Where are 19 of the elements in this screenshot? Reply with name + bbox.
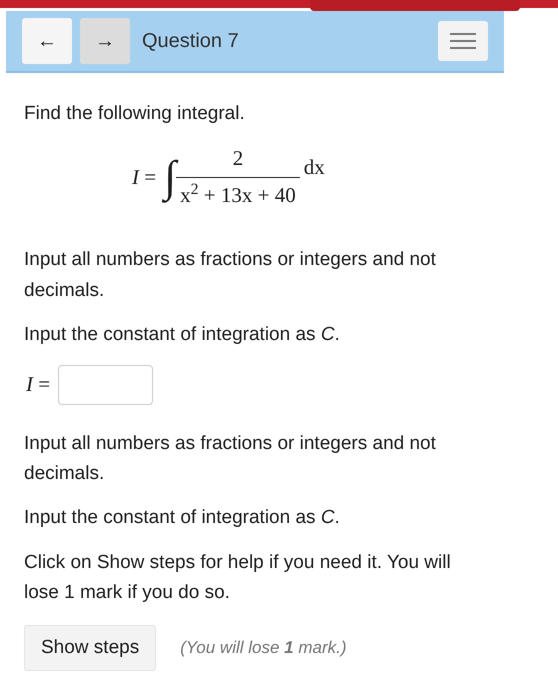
menu-icon xyxy=(450,33,476,49)
instruction-text: Input all numbers as fractions or integers and not decimals. xyxy=(24,248,437,303)
equation-lhs: I = xyxy=(132,164,156,191)
answer-label: I = xyxy=(26,370,50,398)
answer-field[interactable] xyxy=(58,364,154,405)
question-title: Question 7 xyxy=(142,29,239,54)
instruction-text: Input the constant of integration as C. xyxy=(24,323,341,348)
numerator: 2 xyxy=(232,145,244,172)
menu-button[interactable] xyxy=(438,21,488,61)
denominator: x$^{2}$ + 13x + 40 xyxy=(176,176,300,212)
hint-text: Input all numbers as fractions or integers and not decimals. xyxy=(24,432,437,486)
show-steps-button[interactable]: Show steps xyxy=(24,624,156,672)
hint-text: Click on Show steps for help if you need it. You will lose 1 mark if you do so. xyxy=(24,550,452,606)
back-button[interactable]: ← xyxy=(22,18,72,64)
prompt-text: Find the following integral. xyxy=(24,102,246,126)
differential: dx xyxy=(304,154,325,181)
hint-text: Input the constant of integration as C. xyxy=(24,506,341,530)
penalty-note: (You will lose 1 mark.) xyxy=(180,637,347,660)
forward-button[interactable]: → xyxy=(80,18,130,64)
